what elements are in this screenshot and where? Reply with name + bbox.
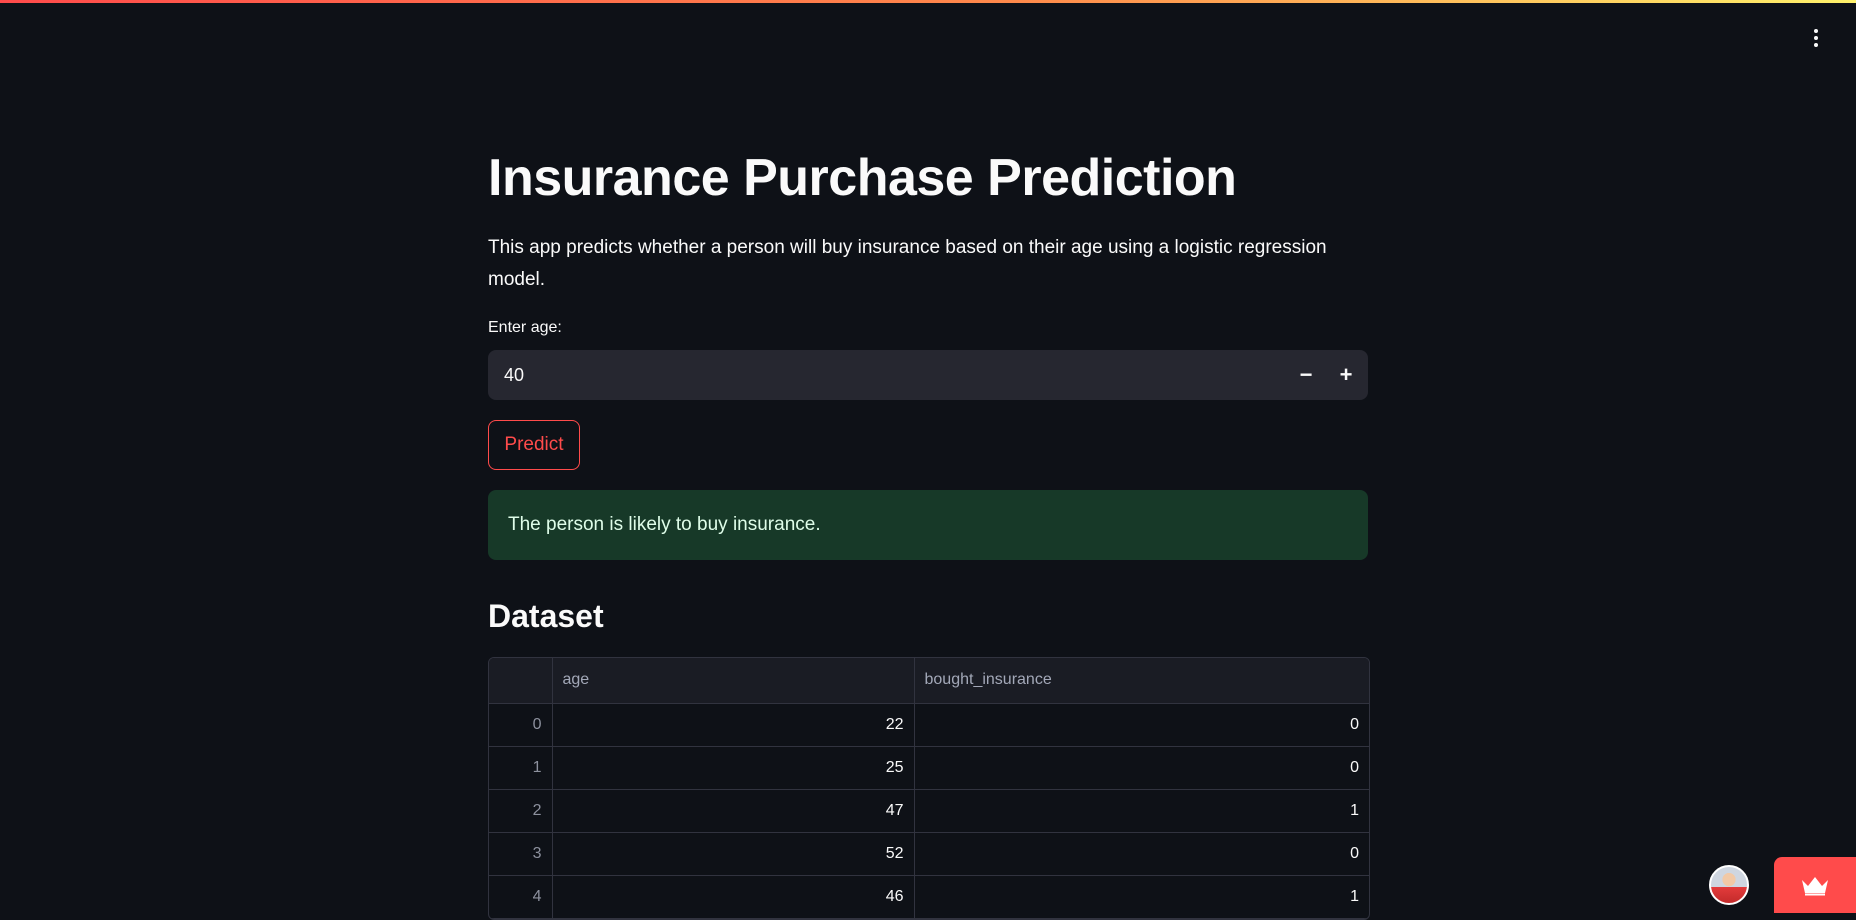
- prediction-result-text: The person is likely to buy insurance.: [508, 514, 821, 535]
- table-row: 4 46 1: [489, 875, 1369, 919]
- crown-icon: [1802, 877, 1828, 896]
- streamlit-badge-button[interactable]: [1774, 857, 1856, 913]
- table-header-row: age bought_insurance: [489, 658, 1369, 704]
- table-row: 1 25 0: [489, 746, 1369, 790]
- bought-insurance-cell[interactable]: 1: [914, 789, 1369, 833]
- age-input-field[interactable]: [488, 349, 1286, 401]
- age-column-header[interactable]: age: [552, 658, 915, 704]
- page-title: Insurance Purchase Prediction: [488, 149, 1237, 207]
- age-cell[interactable]: 22: [552, 703, 915, 747]
- prediction-result-alert: The person is likely to buy insurance.: [488, 490, 1368, 560]
- row-index: 1: [489, 746, 553, 790]
- bought-insurance-column-header[interactable]: bought_insurance: [914, 658, 1369, 704]
- decrement-button[interactable]: −: [1286, 350, 1326, 400]
- app-description: This app predicts whether a person will …: [488, 237, 1327, 290]
- top-decoration-bar: [0, 0, 1856, 3]
- bought-insurance-cell[interactable]: 0: [914, 832, 1369, 876]
- increment-button[interactable]: +: [1326, 350, 1366, 400]
- kebab-menu-icon-dot: [1814, 36, 1818, 40]
- table-row: 0 22 0: [489, 703, 1369, 747]
- row-index: 2: [489, 789, 553, 833]
- age-input-label: Enter age:: [488, 319, 562, 336]
- index-column-header[interactable]: [489, 658, 553, 704]
- age-number-input: − +: [488, 349, 1368, 401]
- predict-button[interactable]: Predict: [488, 420, 580, 470]
- dataset-heading: Dataset: [488, 598, 604, 634]
- dataset-table[interactable]: age bought_insurance 0 22 0 1 25 0 2 47: [488, 657, 1370, 920]
- bought-insurance-cell[interactable]: 1: [914, 875, 1369, 919]
- main-menu-button[interactable]: [1806, 26, 1826, 50]
- bought-insurance-cell[interactable]: 0: [914, 703, 1369, 747]
- table-row: 2 47 1: [489, 789, 1369, 833]
- row-index: 0: [489, 703, 553, 747]
- age-cell[interactable]: 47: [552, 789, 915, 833]
- bought-insurance-cell[interactable]: 0: [914, 746, 1369, 790]
- table-row: 3 52 0: [489, 832, 1369, 876]
- row-index: 3: [489, 832, 553, 876]
- age-cell[interactable]: 52: [552, 832, 915, 876]
- age-cell[interactable]: 25: [552, 746, 915, 790]
- kebab-menu-icon-dot: [1814, 43, 1818, 47]
- kebab-menu-icon: [1814, 29, 1818, 33]
- age-cell[interactable]: 46: [552, 875, 915, 919]
- user-avatar[interactable]: [1709, 865, 1749, 905]
- row-index: 4: [489, 875, 553, 919]
